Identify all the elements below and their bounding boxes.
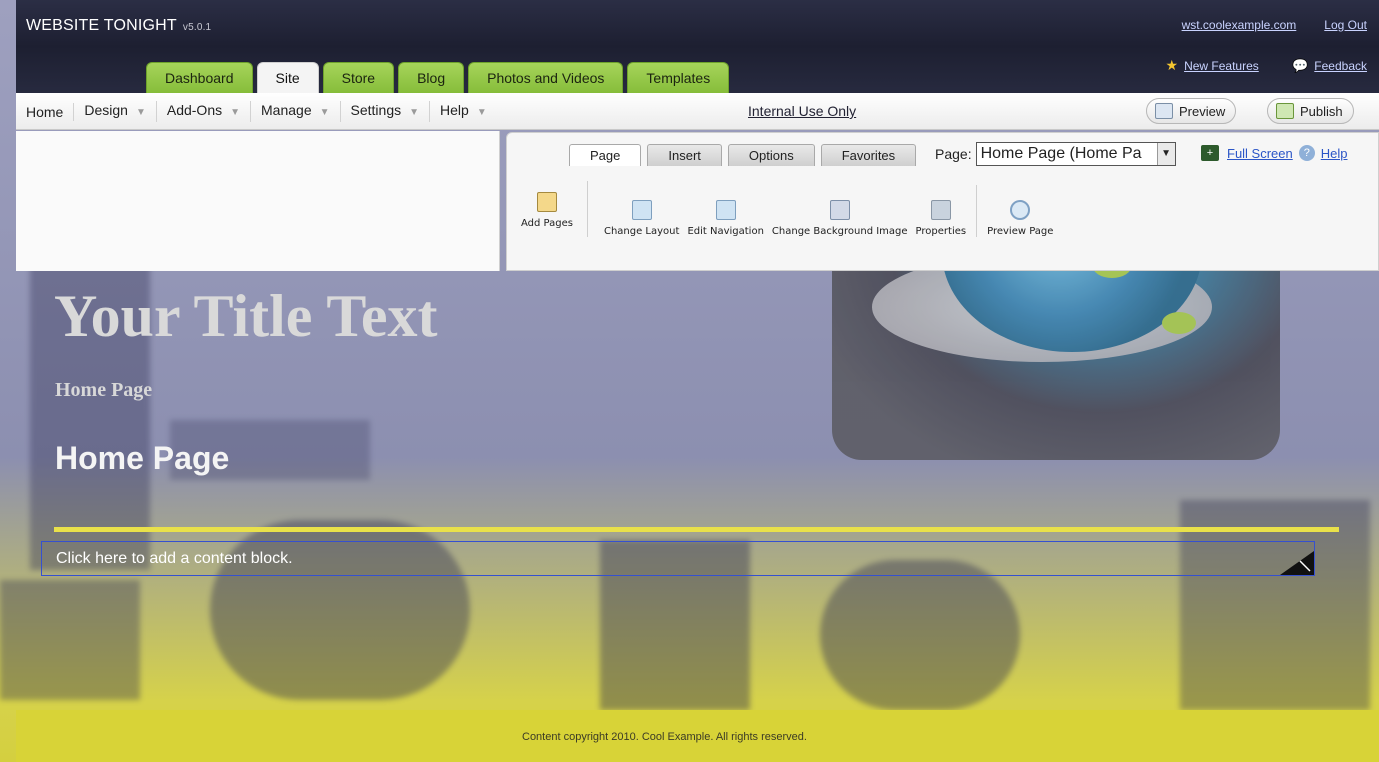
preview-page-button[interactable]: Preview Page [983,200,1057,237]
tab-photos-videos[interactable]: Photos and Videos [468,62,624,93]
page-label: Page: [935,146,972,162]
footer-copyright: Content copyright 2010. Cool Example. Al… [522,731,807,743]
ribbon-links: + Full Screen ? Help [1201,145,1348,161]
chevron-down-icon: ▼ [135,107,146,118]
chevron-down-icon: ▼ [230,107,241,118]
editor-ribbon: Page Insert Options Favorites Page: Home… [506,132,1379,271]
feature-links: ★ New Features 💬 Feedback [1136,57,1368,74]
brand: WEBSITE TONIGHT v5.0.1 [26,17,211,35]
ribbon-tools: Add Pages Change Layout Edit Navigation … [517,181,1057,237]
menu-design[interactable]: Design ▼ [74,101,157,122]
content-prompt: Click here to add a content block. [56,550,293,567]
menu: Home Design ▼ Add-Ons ▼ Manage ▼ Settings ▼ … [16,93,497,130]
feedback-icon: 💬 [1292,58,1309,73]
navigation-icon [715,200,736,220]
chevron-down-icon: ▼ [319,107,330,118]
wrench-icon [930,200,951,220]
tab-dashboard[interactable]: Dashboard [146,62,253,93]
menu-manage[interactable]: Manage ▼ [251,101,341,122]
tab-templates[interactable]: Templates [627,62,730,93]
edit-navigation-button[interactable]: Edit Navigation [683,200,767,237]
version-label: v5.0.1 [182,22,212,33]
site-subtitle[interactable]: Home Page [55,379,152,402]
properties-button[interactable]: Properties [912,200,971,237]
full-screen-link[interactable]: Full Screen [1227,146,1293,161]
site-footer: Content copyright 2010. Cool Example. Al… [16,710,1379,762]
page-dropdown[interactable]: Home Page (Home Pa ▼ [975,142,1176,166]
main-tabs: Dashboard Site Store Blog Photos and Vid… [146,62,730,93]
background-image-icon [829,200,850,220]
tab-store[interactable]: Store [322,62,395,93]
menu-bar: Home Design ▼ Add-Ons ▼ Manage ▼ Settings ▼ … [16,93,1379,130]
menu-home[interactable]: Home [16,102,75,121]
feedback-link[interactable]: 💬 Feedback [1292,58,1367,74]
ribbon-tabs: Page Insert Options Favorites [569,144,917,166]
ribbon-tab-options[interactable]: Options [727,144,815,166]
tab-site[interactable]: Site [256,62,319,93]
help-icon: ? [1298,145,1315,161]
content-block-placeholder[interactable]: Click here to add a content block. [41,541,1315,576]
brand-name: WEBSITE TONIGHT [26,17,177,34]
page-heading[interactable]: Home Page [55,440,229,477]
heading-divider [54,527,1339,532]
tab-blog[interactable]: Blog [398,62,465,93]
ribbon-tab-favorites[interactable]: Favorites [820,144,917,166]
ribbon-tab-insert[interactable]: Insert [647,144,722,166]
ribbon-tab-page[interactable]: Page [569,144,642,166]
internal-use-link[interactable]: Internal Use Only [748,103,856,119]
chevron-down-icon: ▼ [409,107,420,118]
page-selector: Page: Home Page (Home Pa ▼ [935,142,1176,166]
resize-handle-icon[interactable] [1280,551,1314,575]
publish-button[interactable]: Publish [1267,98,1354,124]
star-icon: ★ [1165,57,1179,73]
top-header: WEBSITE TONIGHT v5.0.1 wst.coolexample.co… [16,0,1379,93]
chevron-down-icon: ▼ [476,107,487,118]
magnifier-icon [1010,200,1031,220]
add-pages-button[interactable]: Add Pages [517,181,588,237]
menu-help[interactable]: Help ▼ [430,101,497,122]
help-link[interactable]: Help [1321,146,1348,161]
preview-button[interactable]: Preview [1146,98,1237,124]
divider [976,185,978,237]
menu-settings[interactable]: Settings ▼ [341,101,431,122]
change-layout-button[interactable]: Change Layout [600,200,683,237]
chevron-down-icon: ▼ [1156,143,1175,165]
menu-add-ons[interactable]: Add-Ons ▼ [157,101,252,122]
fullscreen-icon: + [1201,145,1219,161]
account-links: wst.coolexample.com Log Out [1154,18,1367,32]
publish-icon [1276,103,1294,119]
domain-link[interactable]: wst.coolexample.com [1182,18,1297,32]
add-page-icon [536,192,557,212]
logout-link[interactable]: Log Out [1324,18,1367,32]
layout-icon [631,200,652,220]
site-title[interactable]: Your Title Text [54,282,437,351]
new-features-link[interactable]: ★ New Features [1166,57,1259,74]
left-panel [16,131,500,271]
preview-icon [1155,103,1173,119]
change-background-image-button[interactable]: Change Background Image [768,200,912,237]
